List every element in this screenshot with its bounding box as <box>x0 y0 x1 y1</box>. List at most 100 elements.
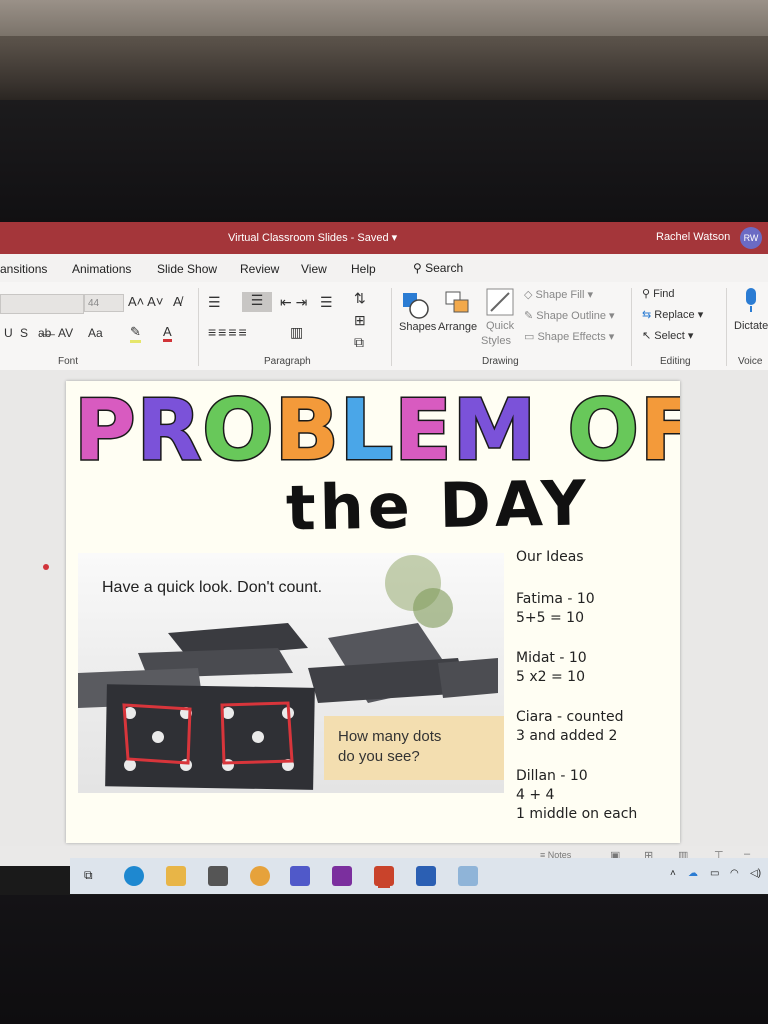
instruction-text: Have a quick look. Don't count. <box>102 579 323 596</box>
onenote-icon[interactable] <box>332 866 352 886</box>
shape-effects-button[interactable]: ▭ Shape Effects ▾ <box>524 330 614 343</box>
ideas-list: Our Ideas Fatima - 10 5+5 = 10 Midat - 1… <box>516 548 637 843</box>
tab-transitions[interactable]: ansitions <box>0 262 47 276</box>
dictate-label: Dictate <box>734 320 768 332</box>
wifi-icon[interactable]: ◠ <box>730 868 739 879</box>
title-letter: E <box>394 381 452 479</box>
edge-icon[interactable] <box>124 866 144 886</box>
tab-review[interactable]: Review <box>240 262 279 276</box>
laptop-bezel-top <box>0 100 768 261</box>
find-button[interactable]: ⚲ Find <box>642 287 675 300</box>
tab-animations[interactable]: Animations <box>72 262 131 276</box>
group-label-paragraph: Paragraph <box>264 356 311 367</box>
search-icon: ⚲ <box>642 288 654 300</box>
list-item: Midat - 10 5 x2 = 10 <box>516 650 587 685</box>
question-callout: How many dots do you see? <box>324 716 504 780</box>
group-separator <box>631 288 632 366</box>
title-letter: B <box>275 381 340 479</box>
powerpoint-icon[interactable] <box>374 866 394 886</box>
store-icon[interactable] <box>208 866 228 886</box>
quick-styles-label: Quick <box>486 320 515 332</box>
font-color-icon[interactable]: A <box>163 324 172 342</box>
replace-button[interactable]: ⇆ Replace ▾ <box>642 308 703 321</box>
columns-icon[interactable]: ▥ <box>290 324 303 341</box>
tab-view[interactable]: View <box>301 262 327 276</box>
chrome-icon[interactable] <box>250 866 270 886</box>
cursor-icon: ↖ <box>642 330 655 342</box>
quick-styles-icon <box>486 288 514 316</box>
numbering-icon[interactable]: ☰ <box>242 292 272 312</box>
battery-icon[interactable]: ▭ <box>710 868 719 879</box>
smartart-icon[interactable]: ⧉ <box>354 334 364 351</box>
shapes-button[interactable] <box>400 290 430 323</box>
underline-icon[interactable]: U <box>4 326 13 340</box>
paint-bucket-icon: ◇ <box>524 289 536 301</box>
group-separator <box>726 288 727 366</box>
group-label-editing: Editing <box>660 356 691 367</box>
grow-font-icon[interactable]: A˄ A˅ <box>128 294 163 309</box>
group-label-drawing: Drawing <box>482 356 519 367</box>
word-icon[interactable] <box>416 866 436 886</box>
laser-pointer-dot <box>43 564 49 570</box>
onedrive-icon[interactable]: ☁ <box>688 868 698 879</box>
pen-icon: ✎ <box>524 310 537 322</box>
quick-styles-button[interactable] <box>486 288 516 321</box>
font-size-box[interactable]: 44 <box>84 294 124 312</box>
task-view-icon[interactable]: ⧉ <box>84 868 93 883</box>
change-case-icon[interactable]: Aa <box>88 326 103 340</box>
teams-icon[interactable] <box>290 866 310 886</box>
photos-icon[interactable] <box>458 866 478 886</box>
title-letter: O <box>567 381 639 479</box>
background-stripe <box>0 0 768 36</box>
volume-icon[interactable]: ◁) <box>750 868 761 879</box>
title-letter: R <box>137 381 203 479</box>
align-icons[interactable]: ≡≡≡≡ <box>208 324 249 340</box>
clear-format-icon[interactable]: A̸ <box>173 294 182 309</box>
tab-slide-show[interactable]: Slide Show <box>157 262 217 276</box>
select-button[interactable]: ↖ Select ▾ <box>642 329 693 342</box>
shape-fill-button[interactable]: ◇ Shape Fill ▾ <box>524 288 593 301</box>
laptop-bezel-bottom <box>0 895 768 1024</box>
document-title[interactable]: Virtual Classroom Slides - Saved ▾ <box>228 231 397 244</box>
shapes-icon <box>403 293 429 319</box>
dictate-button[interactable] <box>742 286 760 317</box>
arrange-button[interactable] <box>444 290 474 323</box>
chevron-up-icon[interactable]: ˄ <box>670 868 676 879</box>
group-label-voice: Voice <box>738 356 763 367</box>
ideas-heading: Our Ideas <box>516 549 584 565</box>
bullets-icon[interactable]: ☰ <box>208 294 221 311</box>
line-spacing-icon[interactable]: ☰ <box>320 294 333 311</box>
group-separator <box>391 288 392 366</box>
highlight-icon[interactable]: ✎ <box>130 324 141 343</box>
tab-help[interactable]: Help <box>351 262 376 276</box>
dominoes-photo: Have a quick look. Don't count. How many… <box>78 553 504 793</box>
shapes-label: Shapes <box>399 321 437 333</box>
effects-icon: ▭ <box>524 331 538 343</box>
user-name[interactable]: Rachel Watson <box>656 231 730 243</box>
quick-styles-label-2: Styles <box>481 335 511 347</box>
shadow-icon[interactable]: S <box>20 326 28 340</box>
list-item: Dillan - 10 4 + 4 1 middle on each <box>516 768 638 822</box>
group-label-font: Font <box>58 356 79 367</box>
title-letter: L <box>340 381 395 479</box>
the-day-title: the DAY <box>285 466 591 545</box>
slide[interactable]: PROBLEM OF the DAY Have a quick look. Do… <box>66 381 680 843</box>
text-direction-icon[interactable]: ⇅ <box>354 290 366 307</box>
strikethrough-icon[interactable]: a̶b̶ <box>38 326 51 340</box>
char-spacing-icon[interactable]: AV <box>58 326 73 340</box>
list-item: Ciara - counted 3 and added 2 <box>516 709 624 744</box>
search-box[interactable]: ⚲ Search <box>413 261 463 275</box>
microphone-icon <box>746 288 756 312</box>
ribbon-tabs: ansitions Animations Slide Show Review V… <box>0 254 768 282</box>
background-surface <box>0 0 768 110</box>
file-explorer-icon[interactable] <box>166 866 186 886</box>
title-letter: M <box>453 381 538 479</box>
shape-outline-button[interactable]: ✎ Shape Outline ▾ <box>524 309 615 322</box>
avatar[interactable]: RW <box>740 227 762 249</box>
arrange-label: Arrange <box>438 321 478 333</box>
align-text-icon[interactable]: ⊞ <box>354 312 366 329</box>
replace-icon: ⇆ <box>642 309 655 321</box>
taskbar: ⧉ ˄ ☁ ▭ ◠ ◁) <box>70 858 768 894</box>
indent-icon[interactable]: ⇤ ⇥ <box>280 294 307 311</box>
font-name-box[interactable] <box>0 294 84 314</box>
